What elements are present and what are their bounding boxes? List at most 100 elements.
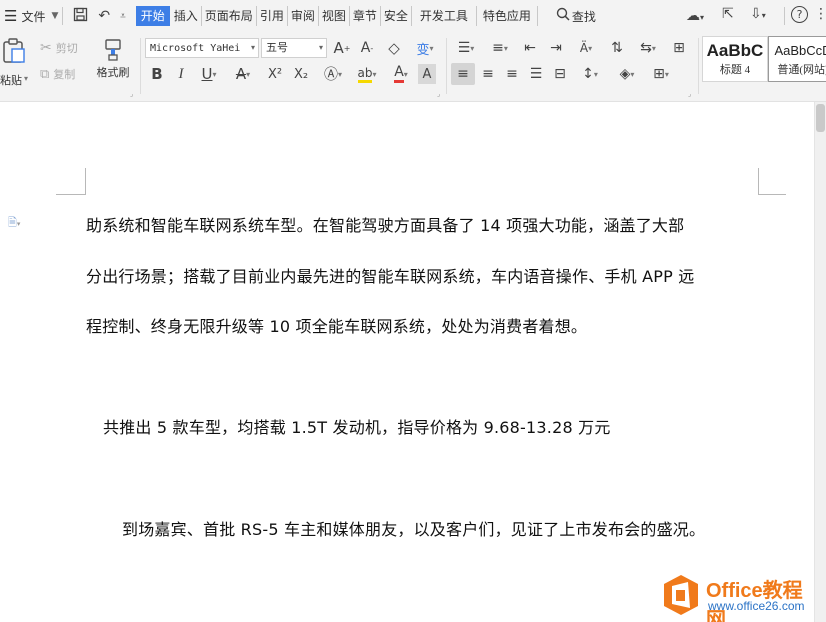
bullet-list-icon[interactable]: ☰ ▾ [452,38,480,58]
clear-format-icon[interactable]: ◇ [384,38,404,58]
chevron-down-icon: ▾ [24,74,29,83]
group-separator [446,38,447,94]
document-paragraph[interactable]: 到场嘉宾、首批 RS-5 车主和媒体朋友，以及客户们，见证了上市发布会的盛况。 [122,516,705,540]
ribbon-tabs: 开始 插入 页面布局 引用 审阅 视图 章节 安全 开发工具 特色应用 [135,6,538,26]
watermark-title: Office教程网 [706,580,803,622]
style-normal-web-sample: AaBbCcD [774,43,826,58]
font-size-value: 五号 [266,41,288,54]
search-label: 查找 [571,9,596,24]
shrink-font-icon[interactable]: A- [358,38,376,58]
help-icon[interactable]: ? [791,6,808,23]
scissors-icon: ✂ [40,40,52,56]
document-paragraph-line[interactable]: 助系统和智能车联网系统车型。在智能驾驶方面具备了 14 项强大功能，涵盖了大部 [86,212,684,236]
strikethrough-button[interactable]: A ▾ [228,64,258,84]
document-canvas[interactable]: 🗎▾ 助系统和智能车联网系统车型。在智能驾驶方面具备了 14 项强大功能，涵盖了… [0,102,826,622]
paste-button[interactable]: 粘贴 ▾ [0,38,30,94]
bold-button[interactable]: B [148,64,166,84]
font-color-icon[interactable]: A ▾ [386,64,416,84]
tab-special-apps[interactable]: 特色应用 [475,6,538,26]
underline-button[interactable]: U ▾ [196,64,222,84]
export-icon[interactable]: ⇩▾ [750,6,766,22]
decrease-indent-icon[interactable]: ⇤ [520,38,540,58]
separator [62,7,64,25]
strikethrough-label: A [235,65,247,83]
document-paragraph-line[interactable]: 程控制、终身无限升级等 10 项全能车联网系统，处处为消费者着想。 [86,313,587,337]
subscript-button[interactable]: X₂ [290,64,312,84]
search-icon [556,7,570,25]
dialog-launcher-icon[interactable]: ⌟ [130,90,133,98]
style-normal-web[interactable]: AaBbCcD 普通(网站) [768,36,826,82]
tab-security[interactable]: 安全 [379,6,411,26]
align-left-icon[interactable]: ≡ [451,63,475,85]
chevron-down-icon: ▾ [250,43,255,52]
distribute-icon[interactable]: ⊟ [550,64,570,84]
line-wrap-icon[interactable]: ⇆ ▾ [634,38,662,58]
menu-tab-bar: ☰ 文件 ▼ ↶ ⩡ 开始 插入 页面布局 引用 审阅 视图 章节 安全 开发工… [0,0,826,32]
cut-button[interactable]: ✂ 剪切 [40,40,78,56]
style-heading-4-sample: AaBbC [706,41,764,60]
group-separator [140,38,141,94]
tab-section[interactable]: 章节 [348,6,380,26]
watermark-url: www.office26.com [708,599,805,613]
italic-button[interactable]: I [172,64,190,84]
grow-font-icon[interactable]: A + [333,38,351,58]
share-icon[interactable]: ⇱ [722,6,734,22]
increase-indent-icon[interactable]: ⇥ [546,38,566,58]
style-heading-4[interactable]: AaBbC 标题 4 [702,36,768,82]
file-menu-label: 文件 [21,9,46,24]
format-painter-label: 格式刷 [96,66,130,79]
chevron-down-icon: ▼ [51,11,59,21]
ribbon-home: 粘贴 ▾ ✂ 剪切 ⧉ 复制 格式刷 Microsoft YaHei ▾ 五号 … [0,32,826,102]
tab-insert[interactable]: 插入 [171,6,201,26]
dialog-launcher-icon[interactable]: ⌟ [437,90,440,98]
borders-icon[interactable]: ⊞ ▾ [646,64,676,84]
highlight-color-icon[interactable]: ab ▾ [352,64,382,84]
justify-icon[interactable]: ☰ [526,64,546,84]
phonetic-guide-icon[interactable]: 变 ▾ [412,38,438,58]
superscript-button[interactable]: X² [264,64,286,84]
align-right-icon[interactable]: ≡ [502,64,522,84]
paragraph-marker-icon[interactable]: 🗎▾ [8,214,20,233]
scrollbar-thumb[interactable] [816,104,825,132]
shading-icon[interactable]: ◈ ▾ [612,64,642,84]
style-heading-4-label: 标题 4 [719,64,751,76]
numbered-list-icon[interactable]: ≡ ▾ [486,38,514,58]
cloud-sync-icon[interactable]: ☁▾ [686,8,704,24]
char-shading-icon[interactable]: A [418,64,436,84]
document-paragraph-line[interactable]: 分出行场景；搭载了目前业内最先进的智能车联网系统，车内语音操作、手机 APP 远 [86,263,694,287]
chinese-layout-icon[interactable]: Ä ▾ [572,38,600,58]
more-options-icon[interactable]: ⋮ [814,6,826,22]
font-name-select[interactable]: Microsoft YaHei ▾ [145,38,259,58]
save-icon[interactable] [73,7,88,26]
show-marks-icon[interactable]: ⊞ [668,38,690,58]
line-spacing-icon[interactable]: ↕ ▾ [576,64,604,84]
dialog-launcher-icon[interactable]: ⌟ [688,90,691,98]
tab-home[interactable]: 开始 [135,6,170,26]
undo-icon[interactable]: ↶ [98,8,110,24]
font-size-select[interactable]: 五号 ▾ [261,38,327,58]
format-painter-button[interactable]: 格式刷 [92,38,134,80]
tab-view[interactable]: 视图 [317,6,349,26]
separator [784,7,785,25]
underline-label: U [201,65,213,83]
quick-access-dropdown-icon[interactable]: ⩡ [120,11,126,22]
cut-label: 剪切 [55,42,78,55]
align-center-icon[interactable]: ≡ [478,64,498,84]
text-effect-icon[interactable]: Ⓐ ▾ [318,64,348,84]
sort-icon[interactable]: ⇅ [606,38,628,58]
tab-review[interactable]: 审阅 [286,6,318,26]
office-logo-icon [662,574,700,620]
file-menu[interactable]: ☰ 文件 ▼ [4,0,58,32]
copy-icon: ⧉ [40,66,50,82]
tab-references[interactable]: 引用 [255,6,287,26]
copy-button[interactable]: ⧉ 复制 [40,66,75,82]
group-separator [698,38,699,94]
search-button[interactable]: 查找 [556,0,596,32]
font-color-label: A [394,65,404,83]
crop-mark [758,194,786,195]
vertical-scrollbar[interactable] [814,102,826,622]
font-name-value: Microsoft YaHei [150,43,241,54]
document-paragraph[interactable]: 共推出 5 款车型，均搭载 1.5T 发动机，指导价格为 9.68-13.28 … [103,414,611,438]
tab-page-layout[interactable]: 页面布局 [200,6,256,26]
tab-developer[interactable]: 开发工具 [410,6,476,26]
